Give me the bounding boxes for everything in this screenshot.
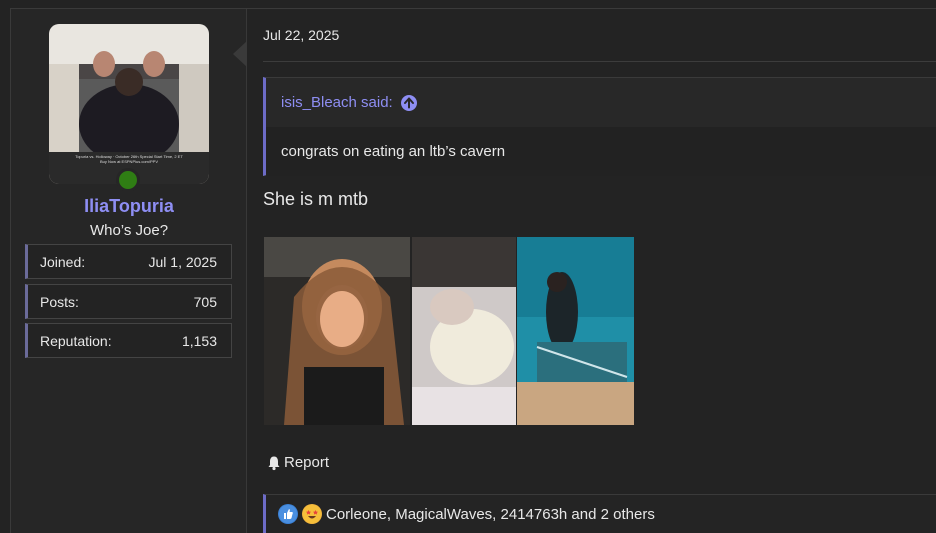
attached-photo-1[interactable] — [264, 237, 410, 425]
stat-label: Posts: — [40, 293, 79, 310]
quote-author-link[interactable]: isis_Bleach said: — [281, 94, 393, 111]
post-arrow — [233, 41, 247, 67]
stat-label: Reputation: — [40, 332, 112, 349]
reactions-bar[interactable]: Corleone, MagicalWaves, 2414763h and 2 o… — [263, 494, 936, 533]
star-struck-icon[interactable] — [302, 504, 322, 524]
quote-header: isis_Bleach said: — [266, 78, 936, 127]
avatar-caption-line2: Buy Now at ESPNPlus.com/PPV — [99, 159, 159, 164]
stat-reputation: Reputation: 1,153 — [25, 323, 232, 358]
report-link[interactable]: Report — [266, 454, 329, 471]
stat-value: Jul 1, 2025 — [148, 253, 218, 270]
post-message: She is m mtb — [263, 189, 369, 209]
stat-joined: Joined: Jul 1, 2025 — [25, 244, 232, 279]
report-label: Report — [284, 454, 330, 471]
thumbs-up-icon[interactable] — [278, 504, 298, 524]
attached-photo-3[interactable] — [517, 237, 634, 425]
stat-posts: Posts: 705 — [25, 284, 232, 319]
stat-value: 705 — [193, 293, 217, 310]
quote-text: congrats on eating an ltb’s cavern — [266, 127, 936, 176]
post-date[interactable]: Jul 22, 2025 — [263, 27, 339, 43]
stat-label: Joined: — [40, 253, 86, 270]
date-divider — [263, 61, 936, 62]
bell-icon — [268, 456, 280, 470]
attached-photo-2[interactable] — [412, 237, 516, 425]
reactions-text[interactable]: Corleone, MagicalWaves, 2414763h and 2 o… — [326, 506, 655, 523]
stat-value: 1,153 — [181, 332, 217, 349]
online-status-indicator — [116, 168, 140, 192]
user-title: Who’s Joe? — [89, 222, 169, 239]
jump-to-quote-icon[interactable] — [400, 94, 417, 111]
avatar[interactable]: Topuria vs. Holloway · October 26th Spec… — [49, 24, 209, 184]
quote-block: isis_Bleach said: congrats on eating an … — [263, 77, 936, 176]
username-link[interactable]: IliaTopuria — [11, 196, 247, 217]
